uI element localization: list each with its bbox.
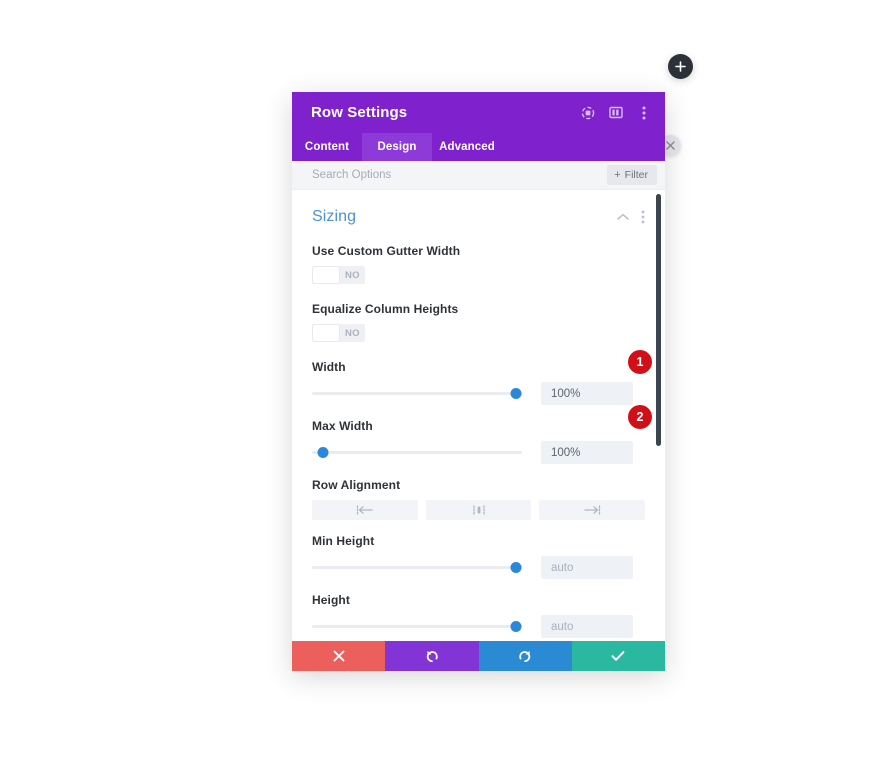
responsive-preview-icon[interactable] (580, 105, 595, 120)
undo-button[interactable] (385, 641, 479, 671)
slider-handle[interactable] (510, 388, 522, 399)
scrollbar[interactable] (656, 190, 663, 641)
field-height: Height auto (312, 579, 645, 638)
search-input[interactable] (312, 169, 608, 181)
plus-icon (675, 61, 686, 72)
field-row-alignment: Row Alignment (312, 464, 646, 520)
close-icon (666, 141, 675, 150)
undo-icon (426, 651, 438, 663)
align-left-button[interactable] (312, 500, 418, 520)
modal-footer (292, 641, 665, 671)
align-right-button[interactable] (539, 500, 646, 520)
equalize-heights-toggle[interactable]: NO (312, 324, 365, 342)
slider-handle[interactable] (317, 447, 328, 458)
field-label: Min Height (312, 534, 375, 548)
section-title: Sizing (312, 208, 357, 225)
field-label: Use Custom Gutter Width (312, 244, 461, 258)
align-center-button[interactable] (425, 500, 532, 520)
max-width-slider[interactable] (312, 444, 522, 462)
more-options-icon[interactable] (636, 105, 651, 120)
height-slider[interactable] (312, 618, 522, 636)
height-control-row: auto (312, 615, 645, 638)
row-settings-modal: Row Settings Content Design Advanced Sea… (292, 92, 665, 671)
filter-button[interactable]: + Filter (607, 165, 657, 185)
filter-label: Filter (624, 169, 648, 181)
scrollbar-thumb[interactable] (656, 194, 661, 446)
slider-handle[interactable] (510, 562, 522, 573)
field-max-height: Max Height none (312, 638, 645, 641)
field-use-custom-gutter-width: Use Custom Gutter Width NO (312, 230, 645, 288)
page-title: Row Settings (311, 104, 408, 121)
tab-design[interactable]: Design (362, 133, 432, 161)
settings-body: Sizing Use Custom Gutter Width NO Equali… (292, 190, 665, 641)
redo-button[interactable] (478, 641, 572, 671)
cancel-button[interactable] (292, 641, 386, 671)
width-slider[interactable] (312, 385, 522, 403)
redo-icon (519, 651, 531, 663)
sizing-section-header: Sizing (312, 190, 645, 230)
slider-track (312, 625, 522, 628)
field-label: Max Width (312, 419, 373, 433)
field-label: Row Alignment (312, 478, 401, 492)
settings-scroll-area: Sizing Use Custom Gutter Width NO Equali… (292, 190, 665, 641)
header-icon-group (580, 105, 651, 120)
align-center-icon (468, 505, 490, 515)
max-width-control-row: 100% (312, 441, 645, 464)
height-value-input[interactable]: auto (541, 615, 633, 638)
field-min-height: Min Height auto (312, 520, 645, 579)
section-controls (617, 210, 645, 224)
align-left-icon (354, 505, 376, 515)
width-value-input[interactable]: 100% (541, 382, 633, 405)
field-max-width: Max Width 100% (312, 405, 645, 464)
layout-columns-icon[interactable] (608, 105, 623, 120)
slider-track (312, 566, 522, 569)
slider-handle[interactable] (510, 621, 522, 632)
modal-header: Row Settings (292, 92, 665, 133)
slider-track (312, 451, 522, 454)
modal-tabs: Content Design Advanced (292, 133, 665, 161)
width-control-row: 100% (312, 382, 645, 405)
toggle-knob (313, 325, 339, 341)
align-right-icon (581, 505, 603, 515)
close-icon (333, 650, 345, 662)
min-height-slider[interactable] (312, 559, 522, 577)
chevron-up-icon[interactable] (617, 213, 629, 221)
gutter-width-toggle[interactable]: NO (312, 266, 365, 284)
plus-icon: + (614, 168, 621, 181)
max-width-value-input[interactable]: 100% (541, 441, 633, 464)
field-width: Width 100% (312, 346, 645, 405)
search-bar: + Filter (292, 161, 665, 190)
tab-advanced[interactable]: Advanced (432, 133, 502, 161)
field-label: Width (312, 360, 346, 374)
toggle-value: NO (345, 269, 360, 281)
field-label: Height (312, 593, 350, 607)
save-button[interactable] (571, 641, 665, 671)
min-height-control-row: auto (312, 556, 645, 579)
field-equalize-column-heights: Equalize Column Heights NO (312, 288, 645, 346)
toggle-knob (313, 267, 339, 283)
min-height-value-input[interactable]: auto (541, 556, 633, 579)
field-label: Equalize Column Heights (312, 302, 459, 316)
tab-content[interactable]: Content (292, 133, 362, 161)
check-icon (611, 651, 625, 661)
step-badge-1: 1 (628, 350, 652, 374)
step-badge-2: 2 (628, 405, 652, 429)
add-element-button[interactable] (668, 54, 693, 79)
toggle-value: NO (345, 327, 360, 339)
row-alignment-options (312, 500, 646, 520)
slider-track (312, 392, 522, 395)
more-options-icon[interactable] (641, 210, 645, 224)
